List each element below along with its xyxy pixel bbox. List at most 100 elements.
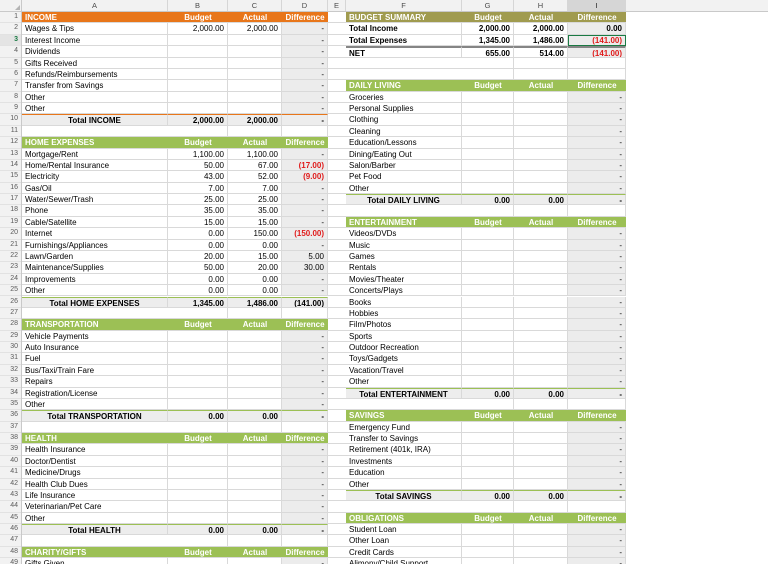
col-label-budget[interactable]: Budget	[168, 319, 228, 331]
row-header-31[interactable]: 31	[0, 353, 21, 365]
item-budget[interactable]	[462, 478, 514, 490]
item-label[interactable]: Phone	[22, 205, 168, 217]
column-header-h[interactable]: H	[514, 0, 568, 11]
item-budget[interactable]	[168, 489, 228, 502]
item-difference[interactable]: -	[568, 148, 626, 160]
item-difference[interactable]: -	[282, 512, 328, 525]
item-label[interactable]: Other	[22, 103, 168, 115]
row-header-29[interactable]: 29	[0, 331, 21, 342]
item-label[interactable]: Other	[346, 478, 462, 490]
total-label[interactable]: Total INCOME	[22, 114, 168, 126]
item-budget[interactable]	[168, 478, 228, 490]
item-label[interactable]: Film/Photos	[346, 319, 462, 331]
spacer-cell[interactable]	[328, 308, 346, 320]
item-actual[interactable]	[514, 444, 568, 456]
item-actual[interactable]	[228, 353, 282, 365]
item-budget[interactable]	[462, 524, 514, 536]
spacer-cell[interactable]	[328, 535, 346, 547]
row-header-7[interactable]: 7	[0, 80, 21, 92]
item-budget[interactable]	[462, 239, 514, 251]
item-difference[interactable]: -	[568, 125, 626, 138]
empty-cell[interactable]	[462, 501, 514, 513]
item-actual[interactable]	[228, 478, 282, 490]
item-difference[interactable]: -	[282, 46, 328, 58]
item-label[interactable]: Transfer from Savings	[22, 80, 168, 92]
item-label[interactable]: Other	[22, 285, 168, 297]
column-header-row[interactable]: ABCDEFGHI	[0, 0, 768, 12]
item-label[interactable]: Dividends	[22, 46, 168, 58]
item-difference[interactable]: -	[282, 489, 328, 502]
row-header-8[interactable]: 8	[0, 92, 21, 104]
spacer-cell[interactable]	[328, 376, 346, 388]
row-header-24[interactable]: 24	[0, 274, 21, 286]
item-label[interactable]: Vehicle Payments	[22, 330, 168, 342]
item-actual[interactable]: 67.00	[228, 159, 282, 172]
spacer-cell[interactable]	[328, 183, 346, 195]
item-label[interactable]: Concerts/Plays	[346, 285, 462, 297]
spacer-cell[interactable]	[328, 285, 346, 297]
item-label[interactable]: Bus/Taxi/Train Fare	[22, 364, 168, 377]
item-difference[interactable]: -	[282, 342, 328, 354]
col-label-difference[interactable]: Difference	[568, 410, 626, 422]
row-header-3[interactable]: 3	[0, 34, 21, 47]
spacer-cell[interactable]	[328, 490, 346, 502]
item-difference[interactable]: -	[568, 330, 626, 342]
item-label[interactable]: Dining/Eating Out	[346, 148, 462, 160]
empty-cell[interactable]	[346, 69, 462, 81]
total-budget[interactable]: 2,000.00	[168, 114, 228, 126]
item-difference[interactable]: -	[282, 330, 328, 342]
item-label[interactable]: Sports	[346, 330, 462, 342]
item-difference[interactable]: -	[568, 262, 626, 274]
item-difference[interactable]: -	[282, 68, 328, 81]
item-label[interactable]: Education	[346, 467, 462, 479]
item-label[interactable]: Wages & Tips	[22, 23, 168, 35]
row-header-26[interactable]: 26	[0, 297, 21, 308]
spacer-cell[interactable]	[328, 69, 346, 81]
item-label[interactable]: Clothing	[346, 114, 462, 126]
item-budget[interactable]	[462, 467, 514, 479]
item-budget[interactable]	[168, 80, 228, 92]
empty-cell[interactable]	[22, 535, 168, 547]
spacer-cell[interactable]	[328, 251, 346, 263]
item-label[interactable]: Other	[22, 398, 168, 411]
col-label-budget[interactable]: Budget	[168, 433, 228, 445]
item-actual[interactable]	[514, 330, 568, 342]
item-difference[interactable]: 30.00	[282, 262, 328, 274]
row-header-32[interactable]: 32	[0, 365, 21, 377]
row-header-34[interactable]: 34	[0, 388, 21, 399]
total-label[interactable]: Total HOME EXPENSES	[22, 296, 168, 308]
item-actual[interactable]: 0.00	[228, 273, 282, 286]
item-budget[interactable]	[168, 444, 228, 456]
empty-cell[interactable]	[346, 58, 462, 69]
item-actual[interactable]	[514, 171, 568, 183]
row-header-16[interactable]: 16	[0, 183, 21, 195]
item-actual[interactable]	[228, 376, 282, 388]
item-actual[interactable]	[514, 364, 568, 377]
section-title-health[interactable]: HEALTH	[22, 433, 168, 445]
item-difference[interactable]: -	[568, 353, 626, 365]
item-actual[interactable]	[514, 455, 568, 468]
item-actual[interactable]: 1,100.00	[228, 148, 282, 160]
spacer-cell[interactable]	[328, 240, 346, 251]
total-difference[interactable]: -	[568, 489, 626, 502]
item-actual[interactable]	[514, 228, 568, 240]
item-label[interactable]: Retirement (401k, IRA)	[346, 444, 462, 456]
empty-cell[interactable]	[228, 307, 282, 320]
item-budget[interactable]	[168, 68, 228, 81]
item-budget[interactable]: 2,000.00	[168, 23, 228, 35]
item-budget[interactable]	[168, 376, 228, 388]
item-budget[interactable]	[462, 262, 514, 274]
empty-cell[interactable]	[346, 501, 462, 513]
empty-cell[interactable]	[568, 205, 626, 217]
spacer-cell[interactable]	[328, 12, 346, 24]
item-label[interactable]: Other	[22, 512, 168, 525]
item-actual[interactable]	[228, 455, 282, 468]
item-difference[interactable]: -	[282, 148, 328, 160]
item-actual[interactable]	[514, 125, 568, 138]
total-label[interactable]: Total TRANSPORTATION	[22, 410, 168, 422]
item-difference[interactable]: -	[568, 558, 626, 564]
select-all-corner[interactable]	[0, 0, 22, 11]
item-difference[interactable]: -	[568, 444, 626, 456]
spacer-cell[interactable]	[328, 92, 346, 104]
item-difference[interactable]: -	[282, 455, 328, 468]
